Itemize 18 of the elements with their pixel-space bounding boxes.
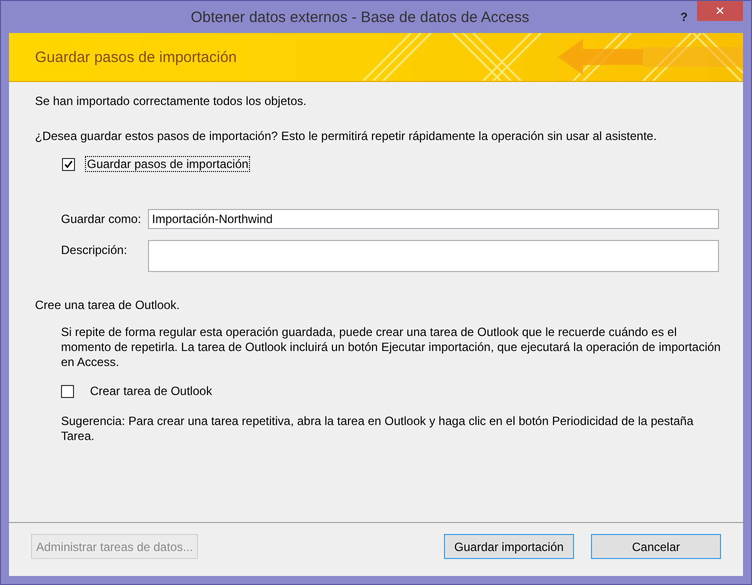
- checkbox-label[interactable]: Guardar pasos de importación: [85, 156, 250, 172]
- field-label: Guardar como:: [61, 211, 142, 226]
- dialog-button[interactable]: Guardar importación: [444, 534, 574, 559]
- field-label: Descripción:: [61, 242, 128, 257]
- checkbox-label[interactable]: Crear tarea de Outlook: [88, 383, 214, 399]
- checkbox[interactable]: [62, 158, 75, 170]
- question-text: ¿Desea guardar estos pasos de importación? Esto le permitirá repetir rápidamente la operación sin usar al asistente.: [35, 129, 658, 144]
- hint-text: Sugerencia: Para crear una tarea repetitiva, abra la tarea en Outlook y haga clic en el botón Periodicidad de la pestaña Tarea.: [61, 414, 694, 444]
- status-message: Se han importado correctamente todos los objetos.: [35, 94, 308, 109]
- help-button[interactable]: ?: [671, 7, 697, 27]
- banner-title: Guardar pasos de importación: [34, 48, 237, 66]
- text-field[interactable]: Importación-Northwind: [148, 209, 719, 229]
- section-heading: Cree una tarea de Outlook.: [35, 298, 181, 313]
- checkbox[interactable]: [61, 384, 74, 398]
- dialog-button[interactable]: Cancelar: [591, 534, 721, 559]
- description-text: Si repite de forma regular esta operación guardada, puede crear una tarea de Outlook que le recuerde cuándo es el momento de repetirla. La tarea de Outlook incluirá un botón Ejecutar importación, que ejecutará la operación de importación en Access.: [61, 325, 721, 370]
- window-title: Obtener datos externos - Base de datos de Access: [190, 8, 530, 26]
- close-button[interactable]: ✕: [697, 1, 743, 21]
